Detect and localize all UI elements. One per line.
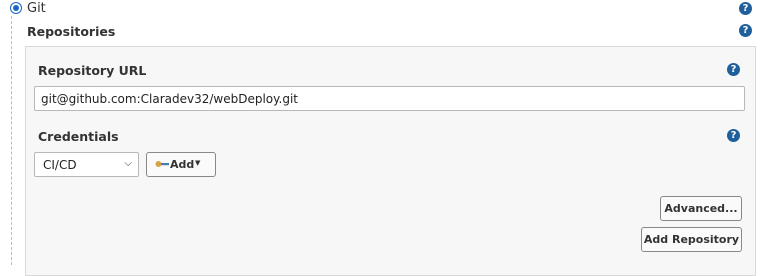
repositories-section-title: Repositories bbox=[27, 24, 116, 39]
credentials-label: Credentials bbox=[38, 129, 119, 144]
caret-down-icon: ▼ bbox=[195, 159, 201, 167]
dashed-guide-line bbox=[11, 16, 12, 265]
repository-url-label: Repository URL bbox=[38, 63, 147, 78]
credentials-select[interactable]: CI/CD ⌵ bbox=[34, 152, 139, 177]
git-radio[interactable] bbox=[10, 2, 22, 14]
help-icon[interactable]: ? bbox=[739, 2, 752, 15]
repository-url-input[interactable] bbox=[34, 86, 745, 111]
add-button-label: Add bbox=[170, 158, 195, 171]
help-icon[interactable]: ? bbox=[739, 24, 752, 37]
chevron-down-icon: ⌵ bbox=[124, 158, 132, 169]
add-repository-button[interactable]: Add Repository bbox=[641, 227, 742, 252]
key-icon bbox=[155, 161, 169, 167]
credentials-selected-value: CI/CD bbox=[43, 158, 77, 172]
add-credentials-button[interactable]: Add ▼ bbox=[146, 152, 216, 177]
help-icon[interactable]: ? bbox=[727, 63, 740, 76]
help-icon[interactable]: ? bbox=[727, 129, 740, 142]
advanced-button[interactable]: Advanced... bbox=[660, 196, 742, 221]
git-option-label: Git bbox=[27, 1, 46, 16]
